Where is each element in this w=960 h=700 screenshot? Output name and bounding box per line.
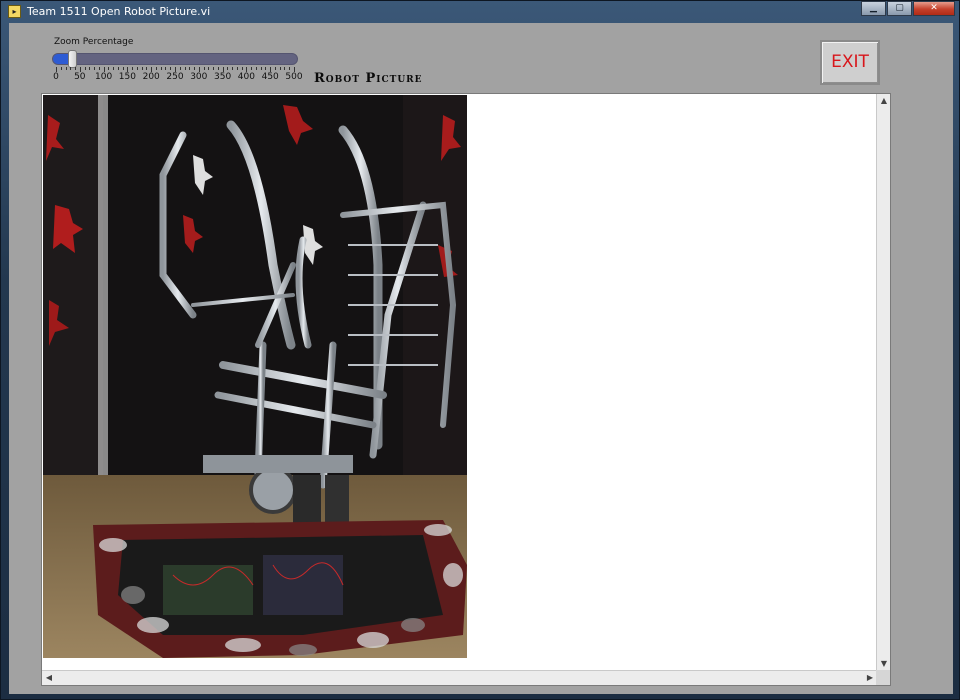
- scale-tick: [241, 67, 243, 70]
- scale-tick: [75, 67, 77, 70]
- scale-label: 250: [166, 72, 184, 82]
- window-controls: ▁ ▢ ✕: [860, 1, 955, 16]
- scale-tick: [113, 67, 115, 70]
- scale-tick: [232, 67, 234, 70]
- scale-tick: [227, 67, 229, 70]
- scale-tick: [65, 67, 67, 70]
- scale-tick: [279, 67, 281, 70]
- scale-tick: [284, 67, 286, 70]
- maximize-icon[interactable]: ▢: [887, 1, 912, 16]
- scale-tick: [289, 67, 291, 70]
- robot-photo: [43, 95, 467, 658]
- scale-tick: [165, 67, 167, 70]
- scale-tick: [146, 67, 148, 70]
- scale-tick: [179, 67, 181, 70]
- scale-label: 400: [237, 72, 255, 82]
- labview-vi-icon: ▸: [8, 5, 21, 18]
- scale-label: 100: [95, 72, 113, 82]
- scale-label: 200: [142, 72, 160, 82]
- zoom-slider[interactable]: [52, 50, 298, 68]
- application-window: ▸ Team 1511 Open Robot Picture.vi ▁ ▢ ✕ …: [0, 0, 960, 700]
- scale-label: 500: [285, 72, 303, 82]
- scale-tick: [60, 67, 62, 70]
- scale-tick: [136, 67, 138, 70]
- scale-label: 150: [118, 72, 136, 82]
- picture-viewer[interactable]: ▲ ▼ ◀ ▶: [41, 93, 891, 686]
- scale-tick: [160, 67, 162, 70]
- minimize-icon[interactable]: ▁: [861, 1, 886, 16]
- window-title: Team 1511 Open Robot Picture.vi: [27, 5, 211, 18]
- scale-tick: [236, 67, 238, 70]
- robot-photo-drawing: [43, 95, 467, 658]
- scale-tick: [170, 67, 172, 70]
- scale-tick: [251, 67, 253, 70]
- scale-tick: [203, 67, 205, 70]
- scroll-down-icon[interactable]: ▼: [877, 657, 891, 671]
- scale-label: 0: [53, 72, 59, 82]
- scale-tick: [155, 67, 157, 70]
- scale-tick: [132, 67, 134, 70]
- scale-tick: [89, 67, 91, 70]
- scale-tick: [70, 67, 72, 70]
- close-icon[interactable]: ✕: [913, 1, 955, 16]
- scale-tick: [189, 67, 191, 70]
- scale-tick: [117, 67, 119, 70]
- scale-tick: [184, 67, 186, 70]
- scale-label: 450: [261, 72, 279, 82]
- horizontal-scrollbar[interactable]: ◀ ▶: [42, 670, 877, 685]
- exit-button[interactable]: EXIT: [820, 40, 880, 85]
- scale-tick: [274, 67, 276, 70]
- scale-tick: [208, 67, 210, 70]
- vertical-scrollbar[interactable]: ▲ ▼: [876, 94, 890, 671]
- zoom-slider-thumb[interactable]: [68, 50, 78, 68]
- scale-tick: [94, 67, 96, 70]
- scale-tick: [84, 67, 86, 70]
- scrollbar-corner: [876, 670, 890, 685]
- scale-tick: [141, 67, 143, 70]
- scale-label: 50: [74, 72, 86, 82]
- scroll-left-icon[interactable]: ◀: [42, 671, 56, 685]
- scale-tick: [98, 67, 100, 70]
- scale-label: 350: [214, 72, 232, 82]
- scroll-right-icon[interactable]: ▶: [863, 671, 877, 685]
- scale-tick: [108, 67, 110, 70]
- scale-tick: [255, 67, 257, 70]
- zoom-scale-labels: 0 50 100 150 200 250 300 350 400 450 500: [53, 72, 302, 84]
- scroll-up-icon[interactable]: ▲: [877, 94, 891, 108]
- scale-tick: [265, 67, 267, 70]
- scale-tick: [217, 67, 219, 70]
- scale-tick: [122, 67, 124, 70]
- picture-heading: Robot Picture: [314, 71, 423, 86]
- zoom-slider-label: Zoom Percentage: [54, 37, 134, 47]
- front-panel: Zoom Percentage 0 50 100 150 200 250 300…: [9, 23, 953, 694]
- scale-tick: [194, 67, 196, 70]
- scale-tick: [260, 67, 262, 70]
- title-bar[interactable]: ▸ Team 1511 Open Robot Picture.vi ▁ ▢ ✕: [1, 1, 959, 23]
- scale-tick: [213, 67, 215, 70]
- scale-label: 300: [190, 72, 208, 82]
